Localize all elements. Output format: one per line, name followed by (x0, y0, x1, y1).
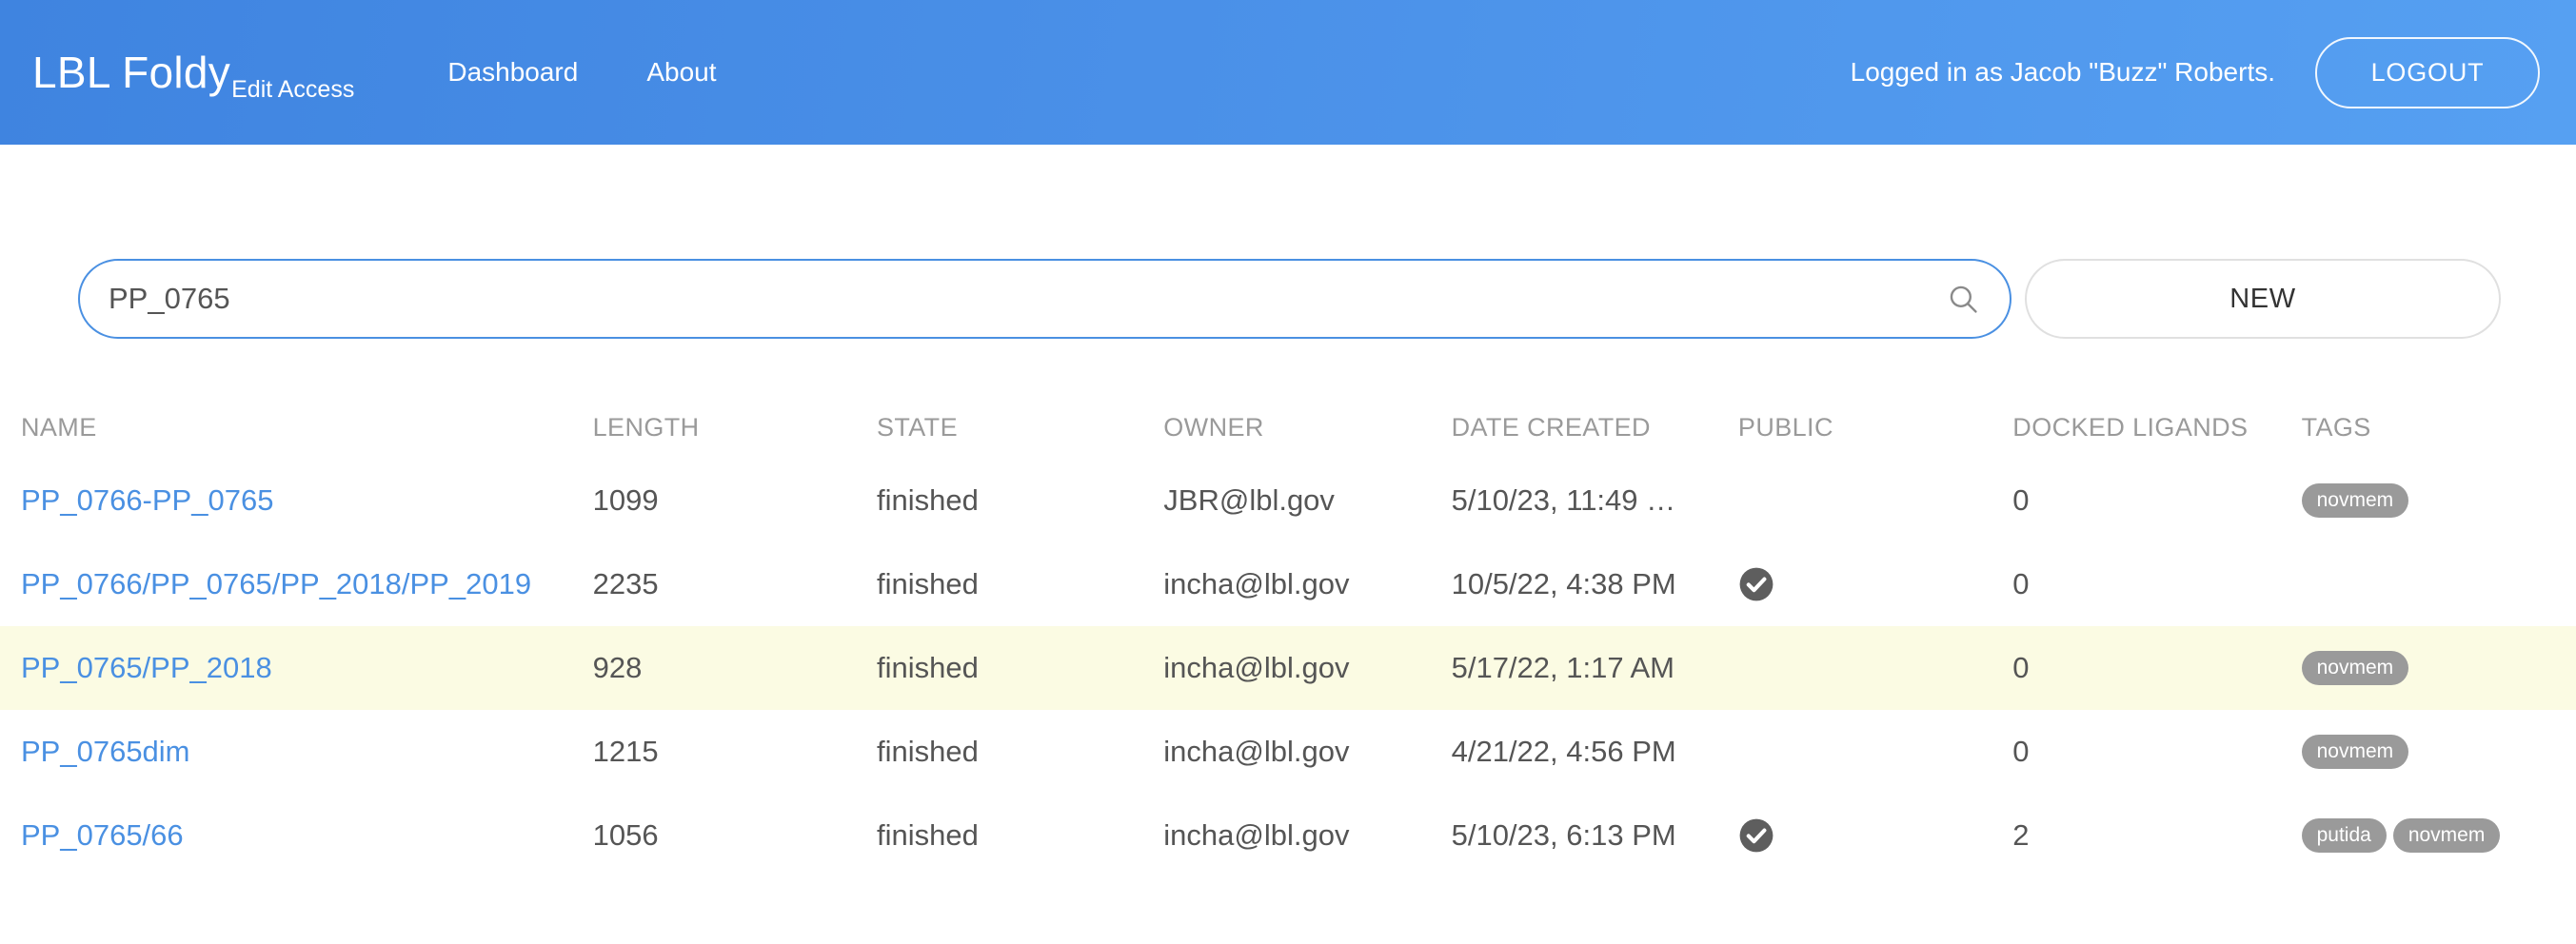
column-header-public[interactable]: PUBLIC (1738, 413, 2012, 442)
cell-state: finished (876, 567, 979, 600)
column-header-length[interactable]: LENGTH (593, 413, 877, 442)
cell-owner: incha@lbl.gov (1163, 567, 1350, 600)
cell-tags: novmem (2301, 651, 2576, 685)
cell-state: finished (876, 735, 979, 768)
fold-name-link[interactable]: PP_0766/PP_0765/PP_2018/PP_2019 (21, 567, 531, 600)
search-toolbar: NEW (0, 145, 2576, 339)
cell-name: PP_0765dim (21, 735, 593, 769)
table-row[interactable]: PP_0766/PP_0765/PP_2018/PP_2019 2235 finis… (0, 542, 2576, 626)
brand-title: LBL Foldy (32, 48, 231, 97)
cell-owner: incha@lbl.gov (1163, 735, 1350, 768)
cell-length: 1215 (592, 735, 659, 768)
tag-pill[interactable]: putida (2301, 818, 2387, 853)
cell-name: PP_0765/66 (21, 818, 593, 853)
cell-length: 1099 (592, 483, 659, 517)
cell-docked-ligands: 2 (2012, 818, 2030, 852)
login-status-text: Logged in as Jacob "Buzz" Roberts. (1850, 57, 2275, 87)
search-input[interactable] (78, 259, 2011, 339)
app-header: LBL Foldy Edit Access Dashboard About Lo… (0, 0, 2576, 145)
cell-name: PP_0766/PP_0765/PP_2018/PP_2019 (21, 567, 593, 601)
table-body: PP_0766-PP_0765 1099 finished JBR@lbl.gov 5/… (0, 459, 2576, 877)
cell-length: 928 (592, 651, 643, 684)
main-nav: Dashboard About (447, 57, 716, 88)
column-header-tags[interactable]: TAGS (2302, 413, 2576, 442)
fold-name-link[interactable]: PP_0765dim (21, 735, 190, 768)
cell-owner: incha@lbl.gov (1163, 818, 1350, 852)
cell-date-created: 10/5/22, 4:38 PM (1451, 567, 1676, 600)
cell-state: finished (876, 651, 979, 684)
table-row[interactable]: PP_0765/66 1056 finished incha@lbl.gov 5/10/… (0, 794, 2576, 877)
table-header-row: NAME LENGTH STATE OWNER DATE CREATED PUB… (0, 396, 2576, 459)
cell-public (1738, 566, 2012, 602)
column-header-date-created[interactable]: DATE CREATED (1452, 413, 1738, 442)
nav-item-about[interactable]: About (646, 57, 716, 88)
search-field-wrapper (78, 259, 2011, 339)
cell-tags: novmem (2301, 735, 2576, 769)
column-header-owner[interactable]: OWNER (1163, 413, 1451, 442)
new-button[interactable]: NEW (2025, 259, 2501, 339)
cell-name: PP_0765/PP_2018 (21, 651, 593, 685)
cell-date-created: 5/10/23, 11:49 … (1451, 483, 1676, 517)
cell-date-created: 5/10/23, 6:13 PM (1451, 818, 1676, 852)
cell-owner: JBR@lbl.gov (1163, 483, 1335, 517)
cell-docked-ligands: 0 (2012, 483, 2030, 517)
cell-docked-ligands: 0 (2012, 651, 2030, 684)
cell-state: finished (876, 818, 979, 852)
cell-length: 2235 (592, 567, 659, 600)
cell-owner: incha@lbl.gov (1163, 651, 1350, 684)
cell-state: finished (876, 483, 979, 517)
cell-name: PP_0766-PP_0765 (21, 483, 593, 518)
header-right-group: Logged in as Jacob "Buzz" Roberts. LOGOU… (1850, 36, 2540, 108)
cell-tags: novmem (2301, 483, 2576, 518)
cell-tags: putida novmem (2301, 818, 2576, 853)
cell-docked-ligands: 0 (2012, 567, 2030, 600)
fold-name-link[interactable]: PP_0765/PP_2018 (21, 651, 272, 684)
tag-pill[interactable]: novmem (2301, 651, 2409, 685)
cell-public (1738, 817, 2012, 854)
fold-name-link[interactable]: PP_0766-PP_0765 (21, 483, 273, 517)
brand-subtitle: Edit Access (231, 76, 355, 103)
tag-pill[interactable]: novmem (2301, 483, 2409, 518)
column-header-docked-ligands[interactable]: DOCKED LIGANDS (2012, 413, 2301, 442)
folds-table: NAME LENGTH STATE OWNER DATE CREATED PUB… (0, 396, 2576, 877)
check-circle-icon (1739, 818, 1773, 853)
cell-length: 1056 (592, 818, 659, 852)
column-header-state[interactable]: STATE (877, 413, 1163, 442)
cell-docked-ligands: 0 (2012, 735, 2030, 768)
nav-item-dashboard[interactable]: Dashboard (447, 57, 578, 88)
tag-pill[interactable]: novmem (2392, 818, 2501, 853)
cell-date-created: 4/21/22, 4:56 PM (1451, 735, 1676, 768)
tag-pill[interactable]: novmem (2301, 735, 2409, 769)
table-row[interactable]: PP_0766-PP_0765 1099 finished JBR@lbl.gov 5/… (0, 459, 2576, 542)
table-row[interactable]: PP_0765dim 1215 finished incha@lbl.gov 4/21/… (0, 710, 2576, 794)
brand-logo[interactable]: LBL Foldy Edit Access (32, 48, 354, 102)
check-circle-icon (1739, 567, 1773, 601)
table-row[interactable]: PP_0765/PP_2018 928 finished incha@lbl.gov 5… (0, 626, 2576, 710)
column-header-name[interactable]: NAME (21, 413, 593, 442)
cell-date-created: 5/17/22, 1:17 AM (1451, 651, 1674, 684)
logout-button[interactable]: LOGOUT (2315, 36, 2540, 108)
fold-name-link[interactable]: PP_0765/66 (21, 818, 184, 852)
